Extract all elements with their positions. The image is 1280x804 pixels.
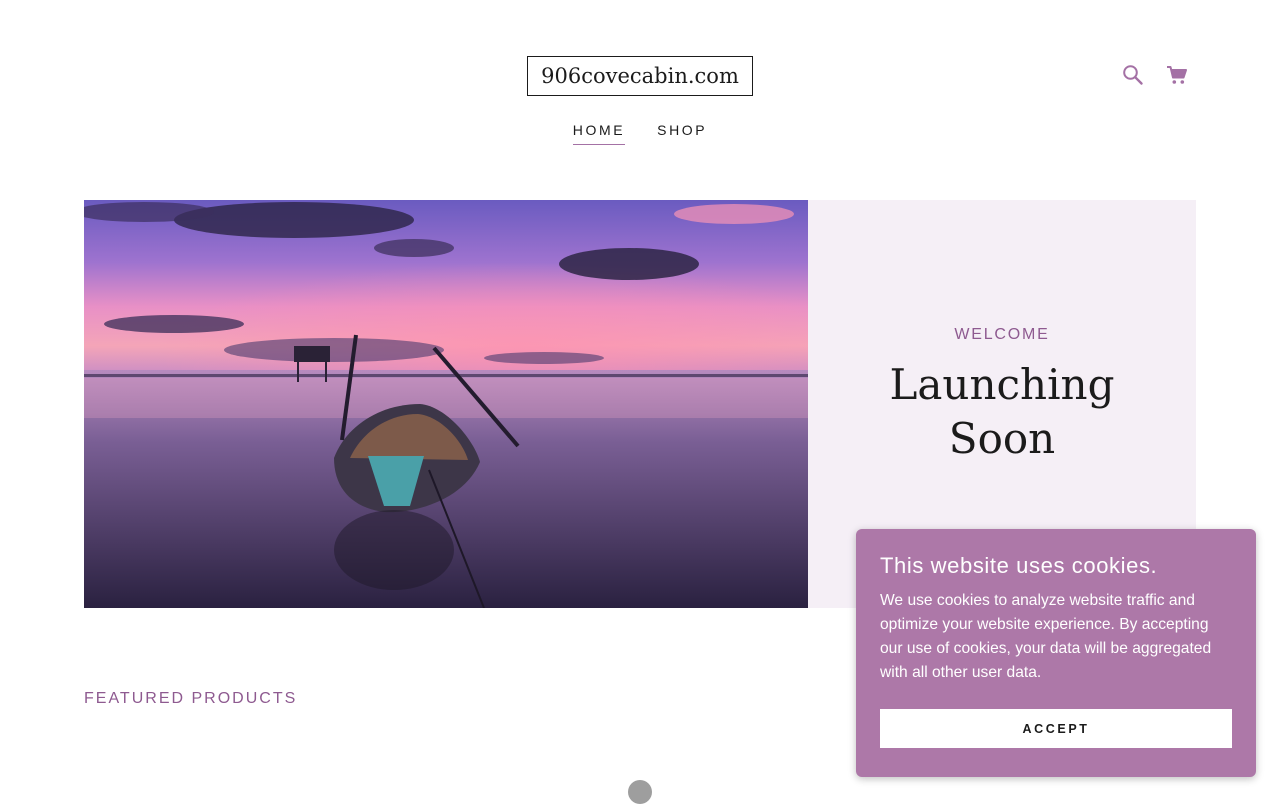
hero-eyebrow: WELCOME (954, 326, 1050, 343)
nav-item-home[interactable]: HOME (572, 122, 626, 145)
search-icon[interactable] (1122, 64, 1144, 86)
loading-spinner (628, 780, 652, 804)
nav-item-shop[interactable]: SHOP (657, 122, 707, 145)
site-logo-text: 906covecabin.com (541, 64, 739, 88)
hero-image (84, 200, 808, 608)
main-nav: HOME SHOP (0, 122, 1280, 145)
accept-cookies-button[interactable]: ACCEPT (880, 709, 1232, 748)
cookie-banner-title: This website uses cookies. (880, 553, 1158, 578)
cookie-banner-body: We use cookies to analyze website traffi… (880, 592, 1212, 681)
site-logo[interactable]: 906covecabin.com (527, 56, 753, 96)
featured-products-heading: FEATURED PRODUCTS (84, 690, 298, 707)
hero-headline: Launching Soon (889, 360, 1115, 463)
cookie-banner: This website uses cookies. We use cookie… (856, 529, 1256, 777)
cart-icon[interactable] (1166, 64, 1188, 86)
header-actions (1122, 64, 1188, 86)
